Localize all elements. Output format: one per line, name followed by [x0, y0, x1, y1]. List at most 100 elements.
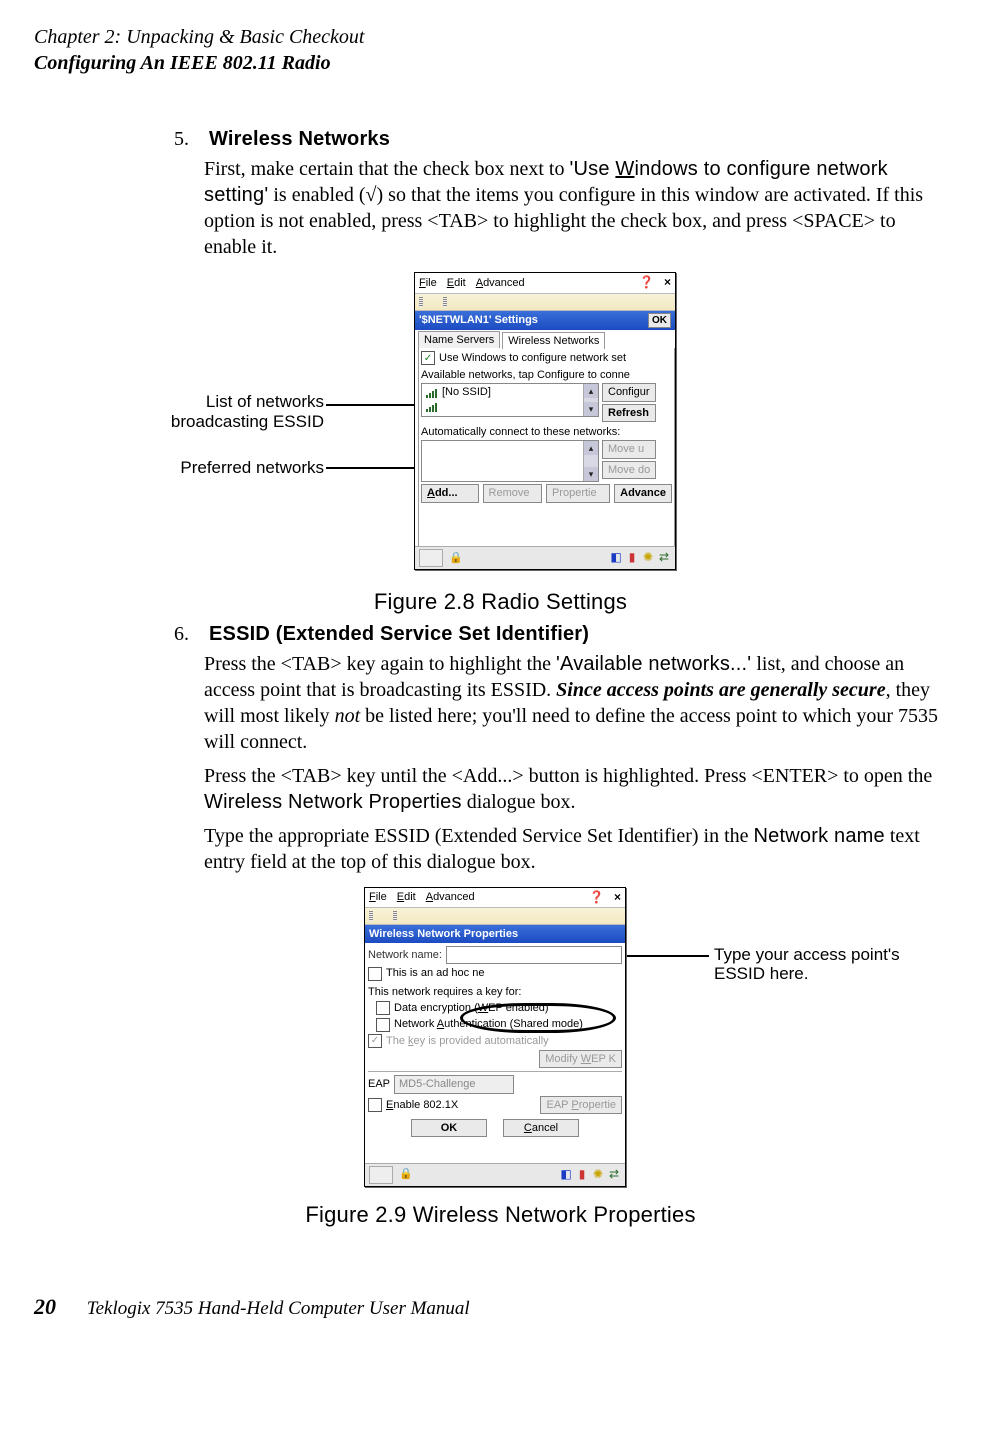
tab-wireless-networks[interactable]: Wireless Networks: [502, 332, 605, 349]
advanced-button[interactable]: Advance: [614, 484, 672, 502]
emphasis: Since access points are generally secure: [556, 679, 885, 701]
quoted-label: Wireless Network Properties: [204, 791, 462, 813]
help-icon[interactable]: ❓: [589, 890, 604, 906]
network-name-input[interactable]: [446, 946, 622, 964]
figure-caption: Figure 2.8 Radio Settings: [34, 588, 967, 617]
signal-icon: [426, 402, 438, 412]
scroll-up-icon[interactable]: ▴: [584, 441, 598, 455]
dialog-title: Wireless Network Properties: [369, 927, 518, 941]
refresh-button[interactable]: Refresh: [602, 404, 656, 422]
cancel-button[interactable]: Cancel: [503, 1119, 579, 1137]
scrollbar[interactable]: ▴ ▾: [583, 384, 598, 416]
text: is enabled (√) so that the items you con…: [204, 184, 923, 258]
tray-icon[interactable]: ✺: [641, 551, 655, 565]
label-auto-connect: Automatically connect to these networks:: [421, 425, 620, 439]
move-up-button[interactable]: Move u: [602, 440, 656, 458]
menu-file[interactable]: File: [369, 890, 387, 904]
list-item[interactable]: [422, 401, 598, 413]
list-available-networks[interactable]: [No SSID] ▴ ▾: [421, 383, 599, 417]
add-button[interactable]: Add...: [421, 484, 479, 502]
tab-name-servers[interactable]: Name Servers: [418, 331, 500, 348]
tray-icon[interactable]: ◧: [559, 1168, 573, 1182]
checkbox-use-windows[interactable]: ✓: [421, 351, 435, 365]
checkbox-label: This is an ad hoc ne: [386, 966, 484, 980]
eap-select[interactable]: MD5-Challenge: [394, 1075, 514, 1093]
gripper-icon[interactable]: [443, 297, 447, 307]
quoted-label: 'Available networks...': [556, 653, 751, 675]
label-network-name: Network name:: [368, 948, 442, 962]
emphasis: not: [335, 705, 361, 727]
checkbox-enable-8021x[interactable]: [368, 1098, 382, 1112]
window-toolbar: [365, 908, 625, 925]
scroll-down-icon[interactable]: ▾: [584, 467, 598, 481]
scroll-down-icon[interactable]: ▾: [584, 402, 598, 416]
move-down-button[interactable]: Move do: [602, 461, 656, 479]
list-preferred-networks[interactable]: ▴ ▾: [421, 440, 599, 482]
tray-icon[interactable]: ✺: [591, 1168, 605, 1182]
window-toolbar: [415, 294, 675, 311]
checkbox-auth[interactable]: [376, 1018, 390, 1032]
anno-line: Preferred networks: [180, 458, 324, 477]
label-eap: EAP: [368, 1077, 390, 1091]
scrollbar[interactable]: ▴ ▾: [583, 441, 598, 481]
step-body: Press the <TAB> key again to highlight t…: [204, 651, 947, 875]
start-button[interactable]: [419, 549, 443, 567]
chapter-heading: Chapter 2: Unpacking & Basic Checkout: [34, 24, 967, 50]
anno-line: Type your access point's: [714, 945, 900, 964]
remove-button[interactable]: Remove: [483, 484, 542, 502]
section-heading: Configuring An IEEE 802.11 Radio: [34, 50, 967, 76]
label-key-for: This network requires a key for:: [368, 985, 521, 999]
annotation-preferred-networks: Preferred networks: [164, 458, 324, 478]
start-button[interactable]: [369, 1166, 393, 1184]
eap-properties-button[interactable]: EAP Propertie: [540, 1096, 622, 1114]
annotation-list-of-networks: List of networks broadcasting ESSID: [164, 392, 324, 431]
taskbar: 🔒 ◧ ▮ ✺ ⇄: [365, 1163, 625, 1186]
anno-line: List of networks: [206, 392, 324, 411]
lock-icon: 🔒: [449, 551, 463, 565]
checkbox-adhoc[interactable]: [368, 967, 382, 981]
tray-icon[interactable]: ⇄: [657, 551, 671, 565]
configure-button[interactable]: Configur: [602, 383, 656, 401]
system-tray: ◧ ▮ ✺ ⇄: [559, 1168, 621, 1182]
checkbox-label: Enable 802.1X: [386, 1098, 458, 1112]
step-number: 6.: [174, 621, 204, 647]
tray-icon[interactable]: ⇄: [607, 1168, 621, 1182]
menu-edit[interactable]: Edit: [397, 890, 416, 904]
ok-button[interactable]: OK: [411, 1119, 487, 1137]
menu-edit[interactable]: Edit: [447, 276, 466, 290]
checkbox-label: Use Windows to configure network set: [439, 351, 626, 365]
tray-icon[interactable]: ▮: [575, 1168, 589, 1182]
modify-wep-button[interactable]: Modify WEP K: [539, 1050, 622, 1068]
scroll-up-icon[interactable]: ▴: [584, 384, 598, 398]
window-menubar: File Edit Advanced ❓ ×: [365, 888, 625, 909]
list-item[interactable]: [No SSID]: [422, 384, 598, 400]
ok-button[interactable]: OK: [648, 313, 671, 328]
tray-icon[interactable]: ◧: [609, 551, 623, 565]
gripper-icon[interactable]: [369, 911, 373, 921]
page-number: 20: [34, 1293, 82, 1322]
footer-text: Teklogix 7535 Hand-Held Computer User Ma…: [87, 1298, 470, 1319]
quoted-bold: 'Use: [569, 158, 615, 180]
tray-icon[interactable]: ▮: [625, 551, 639, 565]
menu-file[interactable]: File: [419, 276, 437, 290]
menu-advanced[interactable]: Advanced: [476, 276, 525, 290]
figure-2-8: List of networks broadcasting ESSID Pref…: [34, 272, 967, 582]
checkbox-key-auto: ✓: [368, 1034, 382, 1048]
close-icon[interactable]: ×: [614, 890, 621, 906]
annotation-type-essid: Type your access point's ESSID here.: [714, 945, 900, 984]
step-number: 5.: [174, 126, 204, 152]
menu-advanced[interactable]: Advanced: [426, 890, 475, 904]
properties-button[interactable]: Propertie: [546, 484, 610, 502]
step-title: ESSID (Extended Service Set Identifier): [209, 623, 589, 645]
screenshot-wireless-network-properties: File Edit Advanced ❓ × Wireless Network …: [364, 887, 626, 1187]
checkbox-label: The key is provided automatically: [386, 1034, 549, 1048]
page-footer: 20 Teklogix 7535 Hand-Held Computer User…: [34, 1293, 967, 1322]
checkbox-wep[interactable]: [376, 1001, 390, 1015]
system-tray: ◧ ▮ ✺ ⇄: [609, 551, 671, 565]
close-icon[interactable]: ×: [664, 275, 671, 291]
step-title: Wireless Networks: [209, 128, 390, 150]
gripper-icon[interactable]: [419, 297, 423, 307]
step-5: 5. Wireless Networks First, make certain…: [174, 126, 947, 260]
help-icon[interactable]: ❓: [639, 275, 654, 291]
gripper-icon[interactable]: [393, 911, 397, 921]
